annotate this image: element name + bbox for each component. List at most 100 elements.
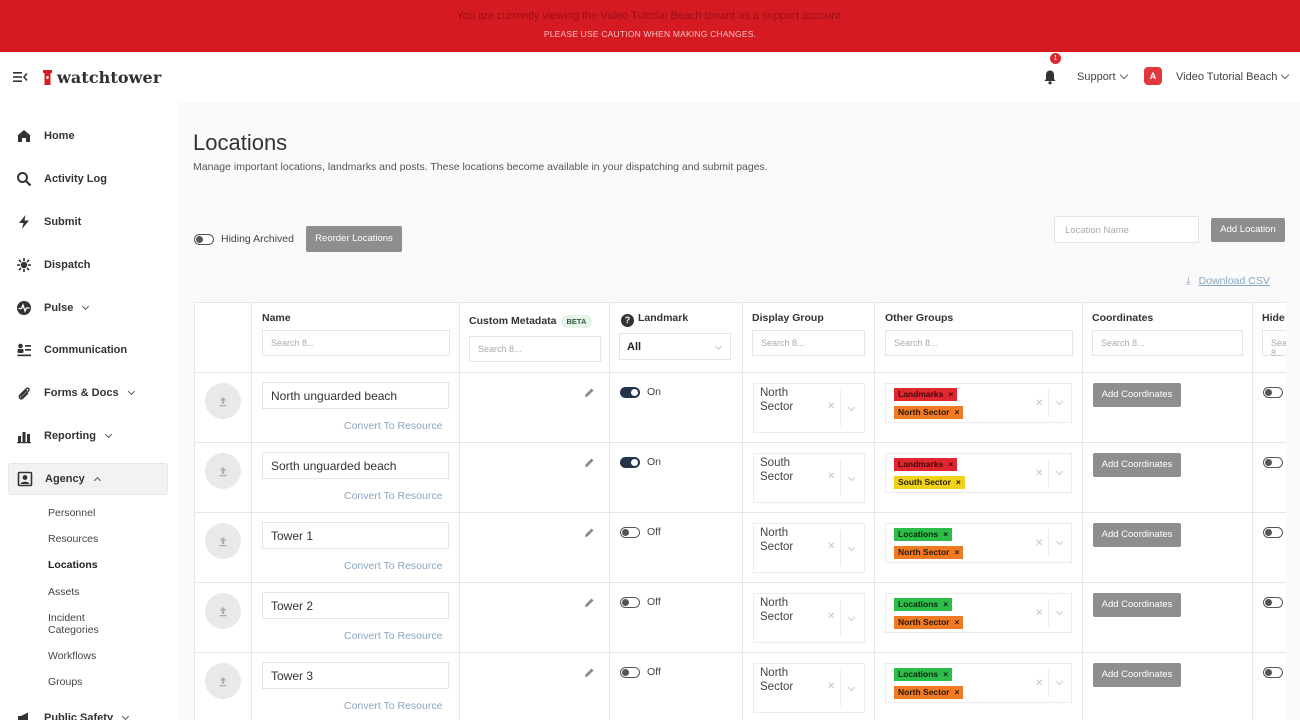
location-name-input[interactable]: Location Name	[1054, 216, 1199, 243]
upload-image-button[interactable]	[205, 383, 241, 419]
landmark-filter-select[interactable]: All	[619, 333, 731, 360]
watchtower-logo[interactable]: watchtower	[42, 66, 161, 88]
display-group-select[interactable]: North Sector ✕	[753, 523, 865, 573]
hide-toggle[interactable]	[1263, 457, 1283, 468]
clear-icon[interactable]: ✕	[827, 541, 835, 552]
other-groups-select[interactable]: Landmarks × South Sector × ✕	[885, 453, 1072, 493]
other-groups-select[interactable]: Landmarks × North Sector × ✕	[885, 383, 1072, 423]
sidebar-item-dispatch[interactable]: Dispatch	[8, 249, 168, 281]
edit-metadata-icon[interactable]	[584, 457, 595, 468]
edit-metadata-icon[interactable]	[584, 667, 595, 678]
sidebar-item-forms-docs[interactable]: Forms & Docs	[8, 377, 168, 409]
remove-tag-icon[interactable]: ×	[948, 459, 953, 469]
hide-toggle[interactable]	[1263, 527, 1283, 538]
clear-icon[interactable]: ✕	[827, 681, 835, 692]
sidebar-subitem-personnel[interactable]: Personnel	[48, 507, 158, 519]
sidebar-item-communication[interactable]: Communication	[8, 334, 168, 366]
sidebar-subitem-workflows[interactable]: Workflows	[48, 650, 158, 662]
upload-image-button[interactable]	[205, 453, 241, 489]
remove-tag-icon[interactable]: ×	[943, 669, 948, 679]
landmark-toggle[interactable]	[620, 527, 640, 538]
coordinates-search-input[interactable]: Search 8...	[1092, 330, 1243, 356]
convert-to-resource-link[interactable]: Convert To Resource	[344, 420, 442, 432]
hide-toggle[interactable]	[1263, 667, 1283, 678]
account-menu[interactable]: Video Tutorial Beach	[1176, 70, 1290, 83]
other-groups-select[interactable]: Locations × North Sector × ✕	[885, 523, 1072, 563]
edit-metadata-icon[interactable]	[584, 387, 595, 398]
sidebar-item-public-safety[interactable]: Public Safety	[8, 702, 168, 720]
display-group-select[interactable]: South Sector ✕	[753, 453, 865, 503]
location-name-field[interactable]: Tower 2	[262, 592, 449, 619]
clear-icon[interactable]: ✕	[827, 471, 835, 482]
landmark-toggle[interactable]	[620, 457, 640, 468]
display-group-select[interactable]: North Sector ✕	[753, 663, 865, 713]
location-name-field[interactable]: Tower 1	[262, 522, 449, 549]
convert-to-resource-link[interactable]: Convert To Resource	[344, 630, 442, 642]
edit-metadata-icon[interactable]	[584, 597, 595, 608]
sidebar-item-agency[interactable]: Agency	[8, 463, 168, 495]
name-search-input[interactable]: Search 8...	[262, 330, 450, 356]
other-groups-select[interactable]: Locations × North Sector × ✕	[885, 593, 1072, 633]
custom-metadata-search-input[interactable]: Search 8...	[469, 336, 601, 362]
upload-image-button[interactable]	[205, 523, 241, 559]
landmark-toggle[interactable]	[620, 387, 640, 398]
remove-tag-icon[interactable]: ×	[948, 389, 953, 399]
add-coordinates-button[interactable]: Add Coordinates	[1093, 453, 1181, 477]
sidebar-item-pulse[interactable]: Pulse	[8, 292, 168, 324]
sidebar-subitem-locations[interactable]: Locations	[48, 559, 158, 571]
edit-metadata-icon[interactable]	[584, 527, 595, 538]
landmark-toggle[interactable]	[620, 667, 640, 678]
clear-icon[interactable]: ✕	[1035, 398, 1043, 409]
support-menu[interactable]: Support	[1077, 70, 1128, 83]
sidebar-subitem-groups[interactable]: Groups	[48, 676, 158, 688]
sidebar-subitem-assets[interactable]: Assets	[48, 586, 158, 598]
other-groups-search-input[interactable]: Search 8...	[885, 330, 1073, 356]
account-avatar[interactable]: A	[1144, 67, 1162, 85]
clear-icon[interactable]: ✕	[1035, 608, 1043, 619]
add-coordinates-button[interactable]: Add Coordinates	[1093, 663, 1181, 687]
reorder-locations-button[interactable]: Reorder Locations	[306, 226, 402, 252]
remove-tag-icon[interactable]: ×	[954, 407, 959, 417]
sidebar-item-reporting[interactable]: Reporting	[8, 420, 168, 452]
add-coordinates-button[interactable]: Add Coordinates	[1093, 593, 1181, 617]
remove-tag-icon[interactable]: ×	[954, 687, 959, 697]
remove-tag-icon[interactable]: ×	[943, 529, 948, 539]
remove-tag-icon[interactable]: ×	[943, 599, 948, 609]
display-group-select[interactable]: North Sector ✕	[753, 593, 865, 643]
bell-icon[interactable]	[1043, 69, 1057, 85]
clear-icon[interactable]: ✕	[1035, 678, 1043, 689]
clear-icon[interactable]: ✕	[827, 611, 835, 622]
menu-toggle-icon[interactable]	[12, 69, 28, 85]
sidebar-item-home[interactable]: Home	[8, 120, 168, 152]
location-name-field[interactable]: Sorth unguarded beach	[262, 452, 449, 479]
location-name-field[interactable]: Tower 3	[262, 662, 449, 689]
display-group-search-input[interactable]: Search 8...	[752, 330, 865, 356]
clear-icon[interactable]: ✕	[1035, 538, 1043, 549]
convert-to-resource-link[interactable]: Convert To Resource	[344, 700, 442, 712]
sidebar-subitem-resources[interactable]: Resources	[48, 533, 158, 545]
landmark-toggle[interactable]	[620, 597, 640, 608]
hide-toggle[interactable]	[1263, 597, 1283, 608]
hide-toggle[interactable]	[1263, 387, 1283, 398]
remove-tag-icon[interactable]: ×	[956, 477, 961, 487]
sidebar-item-submit[interactable]: Submit	[8, 206, 168, 238]
location-name-field[interactable]: North unguarded beach	[262, 382, 449, 409]
convert-to-resource-link[interactable]: Convert To Resource	[344, 490, 442, 502]
upload-image-button[interactable]	[205, 593, 241, 629]
sidebar-item-activity-log[interactable]: Activity Log	[8, 163, 168, 195]
convert-to-resource-link[interactable]: Convert To Resource	[344, 560, 442, 572]
add-coordinates-button[interactable]: Add Coordinates	[1093, 383, 1181, 407]
other-groups-select[interactable]: Locations × North Sector × ✕	[885, 663, 1072, 703]
add-location-button[interactable]: Add Location	[1211, 218, 1285, 242]
hide-search-input[interactable]: Search 8...	[1262, 330, 1286, 358]
remove-tag-icon[interactable]: ×	[954, 617, 959, 627]
display-group-select[interactable]: North Sector ✕	[753, 383, 865, 433]
sidebar-subitem-incident-categories[interactable]: Incident Categories	[48, 612, 118, 636]
download-csv-link[interactable]: ⤓ Download CSV	[1186, 275, 1270, 288]
hiding-archived-toggle[interactable]	[194, 234, 214, 245]
add-coordinates-button[interactable]: Add Coordinates	[1093, 523, 1181, 547]
remove-tag-icon[interactable]: ×	[954, 547, 959, 557]
clear-icon[interactable]: ✕	[827, 401, 835, 412]
clear-icon[interactable]: ✕	[1035, 468, 1043, 479]
upload-image-button[interactable]	[205, 663, 241, 699]
